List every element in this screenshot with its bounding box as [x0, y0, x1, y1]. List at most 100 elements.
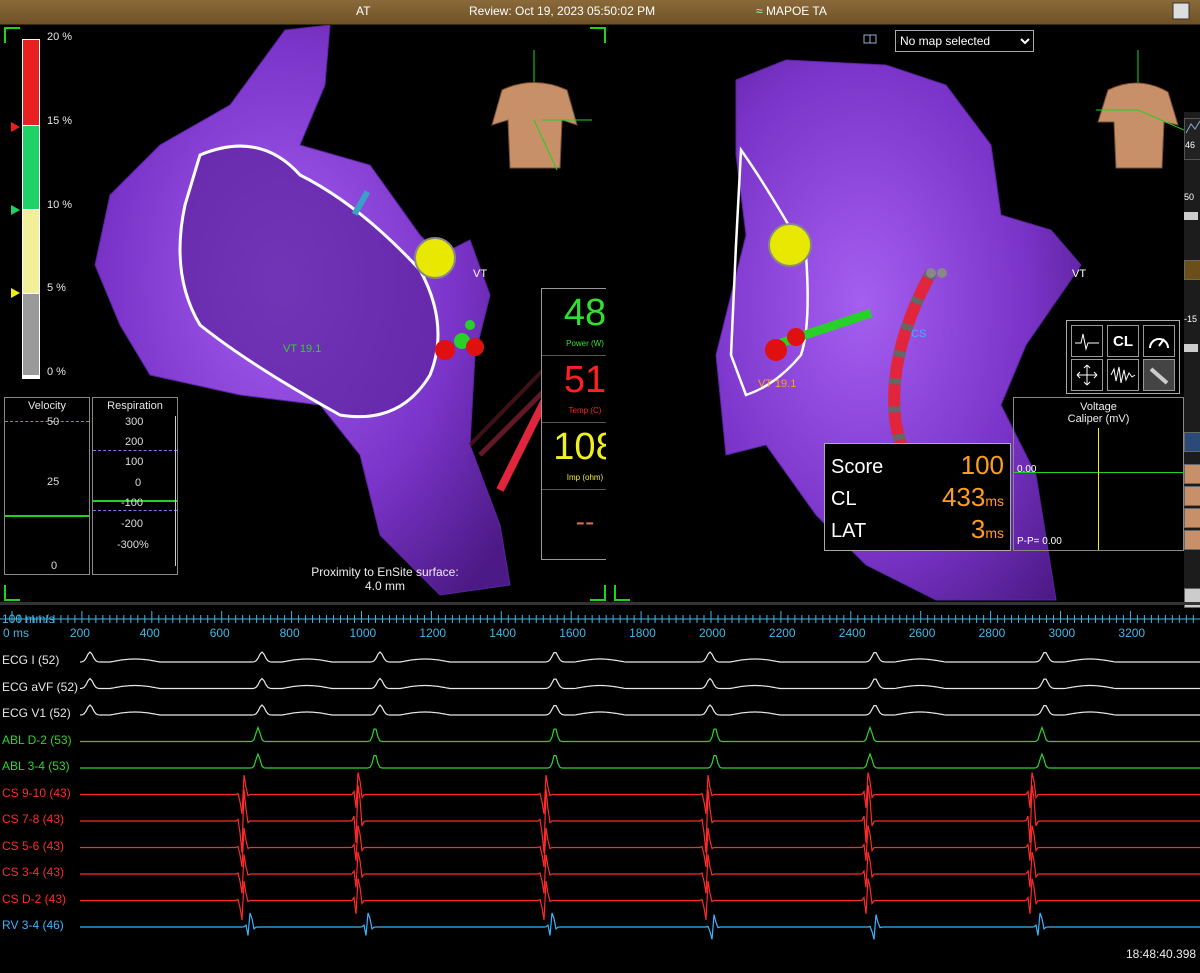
- proximity-readout: Proximity to EnSite surface: 4.0 mm: [300, 565, 470, 593]
- score-label: Score: [831, 456, 884, 478]
- view-toggle-icon[interactable]: [1184, 432, 1200, 452]
- voltage-subtitle: Caliper (mV): [1067, 413, 1130, 425]
- timeline-tick-label: 2800: [978, 626, 1006, 640]
- corner-bracket-icon: [614, 585, 630, 601]
- left-map-pane[interactable]: VT VT 19.1 20 % 15 % 10 % 5 % 0 % Veloci…: [0, 24, 606, 602]
- score-value: 100: [960, 450, 1004, 480]
- torso-view-icon-1[interactable]: [1184, 464, 1200, 484]
- lat-value: 3ms: [970, 514, 1004, 544]
- trace-label[interactable]: ABL D-2 (53): [2, 733, 72, 747]
- velocity-panel: Velocity 50 25 0: [4, 397, 90, 575]
- tool-palette: CL: [1066, 320, 1180, 394]
- waveform-tool-icon[interactable]: [1071, 325, 1103, 357]
- egm-trace[interactable]: [80, 752, 1200, 769]
- trace-label[interactable]: ABL 3-4 (53): [2, 759, 70, 773]
- trace-label[interactable]: CS 7-8 (43): [2, 812, 64, 826]
- scale-label-0: 0 %: [47, 366, 66, 378]
- voltage-title: Voltage: [1080, 401, 1117, 413]
- map-name: ≈ MAPOE TA: [756, 4, 827, 18]
- voltage-caliper-panel[interactable]: Voltage Caliper (mV) 0.00 P-P= 0.00: [1013, 397, 1184, 551]
- time-ruler: [0, 605, 1200, 641]
- lesion-marker[interactable]: [768, 223, 812, 267]
- cycle-length-tool-icon[interactable]: CL: [1107, 325, 1139, 357]
- folder-icon[interactable]: [1184, 260, 1200, 280]
- threshold-marker-icon[interactable]: [11, 122, 20, 132]
- page-icon[interactable]: [1170, 1, 1192, 24]
- threshold-marker-icon[interactable]: [11, 205, 20, 215]
- torso-orientation-icon[interactable]: [482, 50, 592, 185]
- timeline-tick-label: 1400: [489, 626, 516, 640]
- voltage-zero: 0.00: [1017, 464, 1037, 475]
- vt-label: VT: [1072, 268, 1086, 280]
- scale-label-15: 15 %: [47, 115, 73, 127]
- timeline-tick-label: 800: [279, 626, 300, 640]
- scale-label-5: 5 %: [47, 282, 66, 294]
- sweep-speed: 100 mm/s: [2, 612, 55, 626]
- timeline-tick-label: 3200: [1118, 626, 1146, 640]
- timeline-tick-label: 1600: [559, 626, 586, 640]
- timeline-tick-label: 1200: [419, 626, 447, 640]
- layout-icon[interactable]: [861, 29, 881, 54]
- corner-bracket-icon: [590, 585, 606, 601]
- timeline-tick-label: 1800: [629, 626, 656, 640]
- egm-trace[interactable]: [79, 651, 1200, 663]
- waveform-icon: ≈: [756, 4, 763, 18]
- egm-trace[interactable]: [79, 704, 1200, 716]
- trace-label[interactable]: CS 5-6 (43): [2, 839, 64, 853]
- timeline-tick-label: 200: [69, 626, 90, 640]
- timeline-tick-label: 3000: [1048, 626, 1076, 640]
- time-ruler-ticks: [0, 611, 1200, 623]
- vt-label: VT: [473, 268, 487, 280]
- torso-orientation-icon[interactable]: [1086, 50, 1185, 185]
- trace-label[interactable]: CS 3-4 (43): [2, 865, 64, 879]
- catheter-tool-icon[interactable]: [1143, 359, 1175, 391]
- scale-label-20: 20 %: [47, 31, 73, 43]
- torso-view-icon-4[interactable]: [1184, 530, 1200, 550]
- score-panel: Score 100 CL 433ms LAT 3ms: [824, 443, 1011, 551]
- respiration-panel: Respiration 300 200 100 0 -100 -200 -300…: [92, 397, 178, 575]
- move-tool-icon[interactable]: [1071, 359, 1103, 391]
- cs-label: CS: [911, 328, 926, 340]
- egm-trace-area[interactable]: [0, 641, 1200, 973]
- egm-trace[interactable]: [80, 878, 1200, 920]
- lesion-marker[interactable]: [414, 237, 456, 279]
- side-slider-1[interactable]: 50: [1184, 174, 1200, 232]
- trace-label[interactable]: ECG V1 (52): [2, 706, 71, 720]
- title-bar: AT Review: Oct 19, 2023 05:50:02 PM ≈ MA…: [0, 0, 1200, 25]
- egm-trace[interactable]: [80, 725, 1200, 743]
- timeline-zero: 0 ms: [3, 626, 30, 640]
- corner-bracket-icon: [590, 27, 606, 43]
- study-name: AT: [356, 4, 371, 18]
- timeline-tick-label: 2400: [838, 626, 866, 640]
- egm-trace[interactable]: [79, 677, 1200, 690]
- scale-label-10: 10 %: [47, 199, 73, 211]
- timeline-tick-label: 1000: [349, 626, 377, 640]
- proximity-line1: Proximity to EnSite surface:: [311, 565, 459, 579]
- timeline-tick-label: 2200: [768, 626, 796, 640]
- trace-label[interactable]: RV 3-4 (46): [2, 918, 64, 932]
- signal-tool-icon[interactable]: [1107, 359, 1139, 391]
- threshold-marker-icon[interactable]: [11, 288, 20, 298]
- trace-label[interactable]: ECG aVF (52): [2, 680, 78, 694]
- trace-label[interactable]: CS D-2 (43): [2, 892, 66, 906]
- torso-view-icon-2[interactable]: [1184, 486, 1200, 506]
- cl-value: 433ms: [941, 482, 1004, 512]
- side-slider-2[interactable]: -15: [1184, 290, 1200, 370]
- lat-label: LAT: [831, 520, 867, 542]
- vt19-label: VT 19.1: [758, 378, 796, 390]
- corner-bracket-icon: [4, 27, 20, 43]
- voltage-pp: P-P= 0.00: [1017, 536, 1062, 547]
- trace-label[interactable]: CS 9-10 (43): [2, 786, 71, 800]
- vt19-label: VT 19.1: [283, 343, 321, 355]
- proximity-line2: 4.0 mm: [364, 579, 405, 593]
- torso-view-icon-3[interactable]: [1184, 508, 1200, 528]
- egm-trace[interactable]: [80, 912, 1200, 940]
- side-toolbar: 46 50 -15: [1184, 112, 1200, 608]
- timeline-tick-label: 2000: [699, 626, 726, 640]
- trace-label[interactable]: ECG I (52): [2, 653, 59, 667]
- timeline-tick-label: 2600: [908, 626, 936, 640]
- map-selector-dropdown[interactable]: No map selected: [895, 30, 1034, 52]
- review-clock: 18:48:40.398: [1126, 947, 1197, 961]
- side-gauge-button[interactable]: 46: [1184, 118, 1200, 160]
- gauge-tool-icon[interactable]: [1143, 325, 1175, 357]
